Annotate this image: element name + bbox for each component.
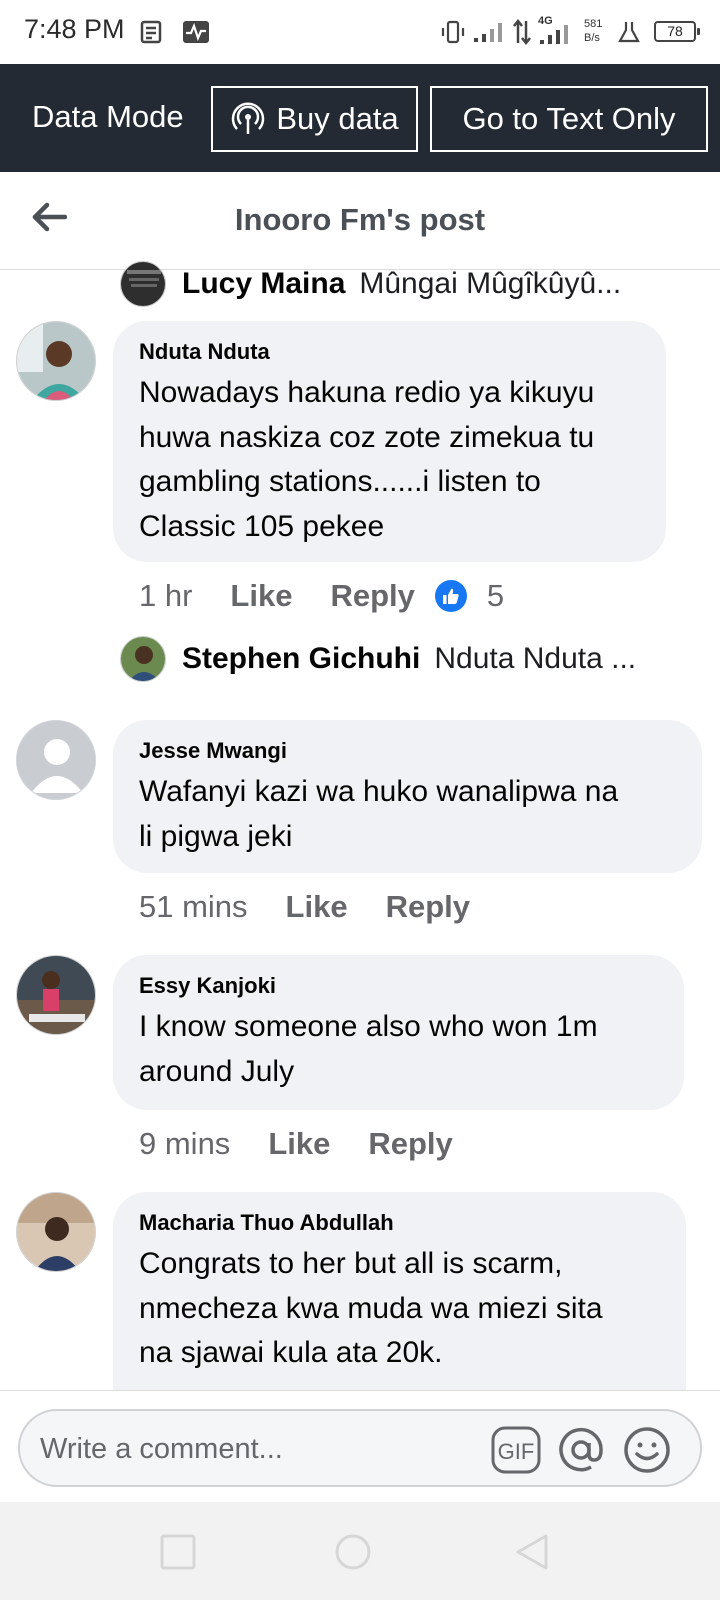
comment-line: nmecheza kwa muda wa miezi sita [139,1291,603,1325]
vibrate-icon [441,20,465,44]
comment-line: Wafanyi kazi wa huko wanalipwa na [139,775,619,808]
comment-line: I know someone also who won 1m [139,1010,598,1043]
reply-snippet: Nduta Nduta ... [434,642,637,675]
reply-preview[interactable]: Stephen Gichuhi Nduta Nduta ... [120,636,636,682]
like-button[interactable]: Like [268,1126,330,1162]
comment-time[interactable]: 9 mins [139,1126,230,1162]
comment-author[interactable]: Nduta Nduta [139,339,640,365]
comment-actions: 51 mins Like Reply [139,889,508,925]
comment-line: around July [139,1054,295,1088]
comment-input[interactable] [40,1427,480,1471]
thumbs-up-icon[interactable] [434,580,467,612]
comment-actions: 1 hr Like Reply 5 [139,578,504,614]
system-nav-bar [0,1502,720,1600]
page-title: Inooro Fm's post [234,202,486,237]
circle-nav-icon[interactable] [333,1532,373,1572]
signal-icon-1 [474,23,502,42]
buy-data-label: Buy data [276,101,399,136]
comment-line: li pigwa jeki [139,819,293,853]
reply-button[interactable]: Reply [330,578,414,614]
triangle-nav-icon[interactable] [512,1532,552,1572]
reaction-count[interactable]: 5 [487,578,504,614]
comment-line: Nowadays hakuna redio ya kikuyu [139,376,595,409]
comment-composer: GIF [0,1390,720,1502]
flask-icon [618,22,640,43]
text-only-button[interactable]: Go to Text Only [430,86,708,152]
text-only-label: Go to Text Only [462,101,676,136]
status-time: 7:48 PM [24,14,125,44]
comment-bubble[interactable]: Nduta Nduta Nowadays hakuna redio ya kik… [113,321,666,562]
status-bar: 7:48 PM 4G 581 B/s 78 [0,0,720,64]
comment-line: huwa naskiza coz zote zimekua tu [139,420,595,454]
avatar[interactable] [16,1192,96,1272]
comment-line: Congrats to her but all is scarm, [139,1247,563,1280]
comment-bubble[interactable]: Jesse Mwangi Wafanyi kazi wa huko wanali… [113,720,702,873]
data-transfer-icon [513,18,531,46]
reply-author[interactable]: Lucy Maina [182,267,345,301]
network-speed-value: 581 [584,18,603,30]
comment-author[interactable]: Essy Kanjoki [139,973,658,999]
square-nav-icon[interactable] [158,1532,198,1572]
comment-text: Wafanyi kazi wa huko wanalipwa na li pig… [139,770,676,859]
avatar[interactable] [16,955,96,1035]
like-button[interactable]: Like [286,889,348,925]
comment-bubble[interactable]: Essy Kanjoki I know someone also who won… [113,955,684,1110]
avatar[interactable] [120,261,166,307]
like-button[interactable]: Like [230,578,292,614]
news-icon [140,20,162,44]
mention-icon[interactable] [556,1425,606,1475]
activity-icon [183,21,209,43]
gif-label: GIF [498,1439,535,1464]
data-mode-bar: Data Mode Buy data Go to Text Only [0,64,720,172]
network-speed-unit: B/s [584,32,600,44]
comment-actions: 9 mins Like Reply [139,1126,491,1162]
comment-time[interactable]: 51 mins [139,889,248,925]
signal-icon-2 [540,25,568,44]
avatar[interactable] [16,321,96,401]
comment-time[interactable]: 1 hr [139,578,192,614]
gif-icon[interactable]: GIF [490,1425,542,1475]
comment-text: Nowadays hakuna redio ya kikuyu huwa nas… [139,371,640,549]
comment-line: gambling stations......i listen to [139,465,541,498]
reply-button[interactable]: Reply [368,1126,452,1162]
comment-bubble[interactable]: Macharia Thuo Abdullah Congrats to her b… [113,1192,686,1390]
reply-snippet: Mûngai Mûgîkûyû... [359,267,622,300]
default-avatar-icon [17,721,95,799]
emoji-icon[interactable] [622,1425,672,1475]
comment-author[interactable]: Macharia Thuo Abdullah [139,1210,660,1236]
data-mode-label: Data Mode [32,99,184,134]
buy-data-button[interactable]: Buy data [211,86,418,152]
comment-author[interactable]: Jesse Mwangi [139,738,676,764]
reply-preview[interactable]: Lucy Maina Mûngai Mûgîkûyû... [120,261,621,307]
broadcast-icon [232,102,265,134]
reply-button[interactable]: Reply [386,889,470,925]
avatar[interactable] [16,720,96,800]
comment-line: na sjawai kula ata 20k. [139,1336,443,1369]
post-header: Inooro Fm's post [0,172,720,270]
battery-indicator: 78 [654,21,700,42]
comment-text: I know someone also who won 1m around Ju… [139,1005,658,1094]
comment-text: Congrats to her but all is scarm, nmeche… [139,1242,660,1376]
avatar[interactable] [120,636,166,682]
comment-input-box[interactable]: GIF [18,1409,702,1487]
comment-line: Classic 105 pekee [139,509,385,543]
reply-author[interactable]: Stephen Gichuhi [182,642,420,676]
